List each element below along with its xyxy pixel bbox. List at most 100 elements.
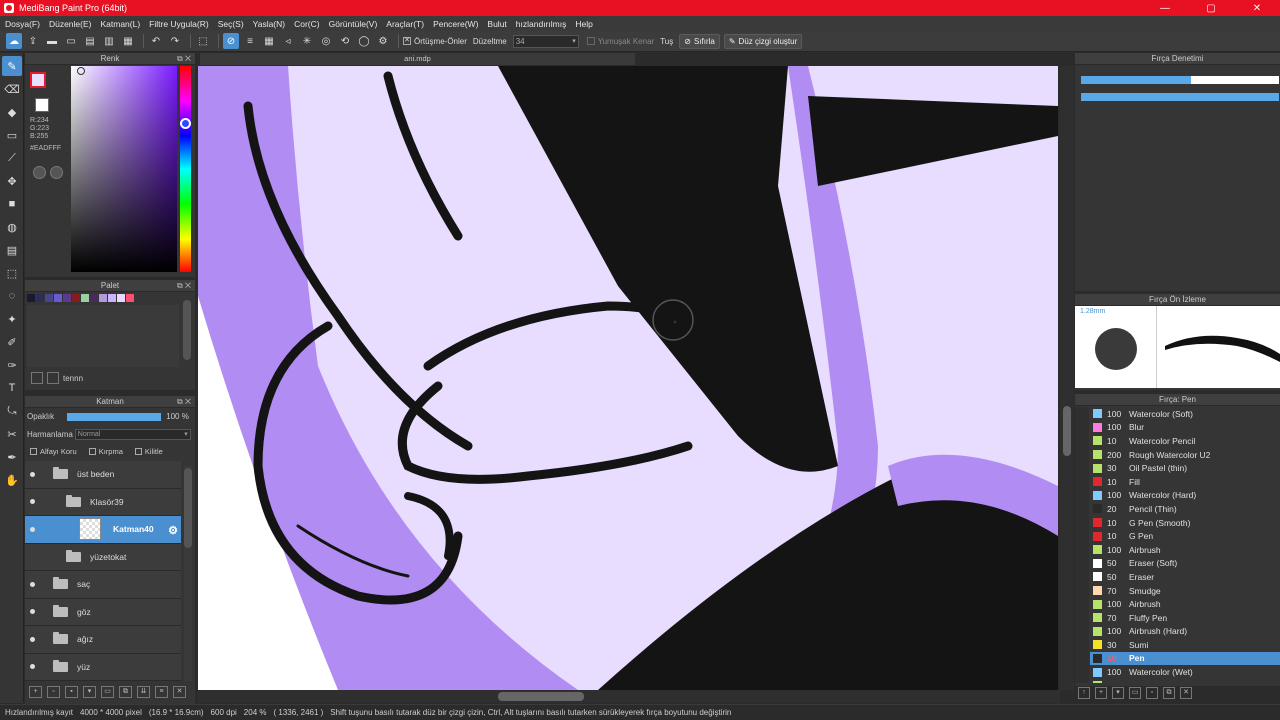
palette-swatch[interactable] bbox=[99, 294, 107, 302]
brush-settings-icon[interactable]: ▫ bbox=[1146, 687, 1158, 699]
undo-icon[interactable]: ↶ bbox=[148, 33, 164, 49]
color-wheel-icon[interactable] bbox=[33, 166, 46, 179]
reset-button[interactable]: ⊘ Sıfırla bbox=[679, 33, 720, 49]
snap-circle-icon[interactable]: ◎ bbox=[318, 33, 334, 49]
dot-eraser-tool-icon[interactable]: ◆ bbox=[2, 102, 22, 122]
visibility-eye-icon[interactable] bbox=[30, 526, 35, 532]
brush-item[interactable]: 10 G Pen (Smooth) bbox=[1090, 516, 1280, 530]
merge-down-icon[interactable]: ⇊ bbox=[137, 686, 150, 698]
new-brush-icon[interactable]: + bbox=[1095, 687, 1107, 699]
layer-row[interactable]: ağız bbox=[25, 626, 181, 654]
palette-swatch[interactable] bbox=[27, 294, 35, 302]
brush-item[interactable]: 50 Eraser bbox=[1090, 570, 1280, 584]
menu-snap[interactable]: Yasla(N) bbox=[253, 19, 285, 29]
panel-controls-icon[interactable]: ⧉ ✕ bbox=[177, 280, 191, 292]
clipping-checkbox[interactable]: Kırpma bbox=[88, 447, 123, 456]
layer-scrollbar[interactable] bbox=[184, 466, 192, 681]
upload-icon[interactable]: ⇪ bbox=[25, 33, 41, 49]
snap-curve-icon[interactable]: ⟲ bbox=[337, 33, 353, 49]
palette-swatch[interactable] bbox=[108, 294, 116, 302]
brush-item[interactable]: 30 Sumi bbox=[1090, 638, 1280, 652]
bucket-tool-icon[interactable]: ◍ bbox=[2, 217, 22, 237]
new-layer-8bit-icon[interactable]: ▫ bbox=[47, 686, 60, 698]
brush-item[interactable]: 10 G Pen bbox=[1090, 529, 1280, 543]
eyedropper-tool-icon[interactable]: ✒ bbox=[2, 447, 22, 467]
hue-slider[interactable] bbox=[180, 66, 191, 272]
line-tool-icon[interactable]: ⟋ bbox=[2, 148, 22, 168]
visibility-eye-icon[interactable] bbox=[30, 471, 35, 477]
brush-item[interactable]: 70 Smudge bbox=[1090, 584, 1280, 598]
menu-tools[interactable]: Araçlar(T) bbox=[386, 19, 424, 29]
new-folder-icon[interactable]: ▭ bbox=[101, 686, 114, 698]
drawing-canvas[interactable] bbox=[198, 66, 1058, 690]
palette-swatch[interactable] bbox=[81, 294, 89, 302]
menu-layer[interactable]: Katman(L) bbox=[100, 19, 140, 29]
layer-properties-icon[interactable]: ≡ bbox=[155, 686, 168, 698]
eraser-tool-icon[interactable]: ⌫ bbox=[2, 79, 22, 99]
menu-filter[interactable]: Filtre Uygula(R) bbox=[149, 19, 209, 29]
layer-row[interactable]: yüzetokat bbox=[25, 543, 181, 571]
brush-menu-icon[interactable]: ▾ bbox=[1112, 687, 1124, 699]
maximize-button[interactable]: ▢ bbox=[1188, 0, 1234, 16]
screen-icon[interactable]: ▭ bbox=[63, 33, 79, 49]
canvas-tab[interactable]: ani.mdp bbox=[200, 53, 635, 65]
magic-wand-tool-icon[interactable]: ✦ bbox=[2, 309, 22, 329]
palette-swatch[interactable] bbox=[36, 294, 44, 302]
brush-item[interactable]: 30 Oil Pastel (thin) bbox=[1090, 461, 1280, 475]
correction-select[interactable]: 34 bbox=[512, 34, 579, 48]
palette-swatch[interactable] bbox=[45, 294, 53, 302]
lasso-tool-icon[interactable]: ◌ bbox=[2, 286, 22, 306]
brush-item[interactable]: 100 Airbrush (Hard) bbox=[1090, 625, 1280, 639]
brush-item[interactable]: 100 Watercolor (Wet) bbox=[1090, 665, 1280, 679]
menu-window[interactable]: Pencere(W) bbox=[433, 19, 478, 29]
palette-swatch[interactable] bbox=[72, 294, 80, 302]
delete-layer-icon[interactable]: ✕ bbox=[173, 686, 186, 698]
brush-item[interactable]: 100 Airbrush bbox=[1090, 543, 1280, 557]
text-tool-icon[interactable]: T bbox=[2, 378, 22, 398]
cloud-icon[interactable]: ☁ bbox=[6, 33, 22, 49]
color-slider-icon[interactable] bbox=[50, 166, 63, 179]
straight-line-button[interactable]: ✎ Düz çizgi oluştur bbox=[723, 33, 803, 49]
brush-item[interactable]: 10 Watercolor Pencil bbox=[1090, 434, 1280, 448]
add-brush-icon[interactable]: ↑ bbox=[1078, 687, 1090, 699]
brush-item[interactable]: 70 Fluffy Pen bbox=[1090, 611, 1280, 625]
select-eraser-tool-icon[interactable]: ✑ bbox=[2, 355, 22, 375]
brush-item[interactable]: 200 Rough Watercolor U2 bbox=[1090, 448, 1280, 462]
brush-item[interactable]: 100 Airbrush bbox=[1090, 597, 1280, 611]
fill-shape-tool-icon[interactable]: ■ bbox=[2, 194, 22, 214]
move-tool-icon[interactable]: ✥ bbox=[2, 171, 22, 191]
overlay-checkbox[interactable]: ✕ Örtüşme-Önler bbox=[403, 37, 467, 46]
layer-row[interactable]: üst beden bbox=[25, 461, 181, 489]
new-layer-menu-icon[interactable]: ▾ bbox=[83, 686, 96, 698]
menu-view[interactable]: Görüntüle(V) bbox=[329, 19, 378, 29]
visibility-eye-icon[interactable] bbox=[30, 664, 35, 670]
visibility-eye-icon[interactable] bbox=[30, 499, 35, 505]
blend-mode-select[interactable]: Normal bbox=[74, 429, 191, 440]
palette-swatch[interactable] bbox=[90, 294, 98, 302]
background-color[interactable] bbox=[35, 98, 49, 112]
close-button[interactable]: ✕ bbox=[1234, 0, 1280, 16]
snap-crisscross-icon[interactable]: ▦ bbox=[261, 33, 277, 49]
menu-cloud[interactable]: Bulut bbox=[487, 19, 506, 29]
visibility-eye-icon[interactable] bbox=[30, 609, 35, 615]
snap-parallel-icon[interactable]: ≡ bbox=[242, 33, 258, 49]
minimize-button[interactable]: — bbox=[1142, 0, 1188, 16]
hue-knob[interactable] bbox=[180, 118, 191, 129]
snap-off-icon[interactable]: ⊘ bbox=[223, 33, 239, 49]
delete-brush-icon[interactable]: ✕ bbox=[1180, 687, 1192, 699]
saturation-value-picker[interactable] bbox=[71, 66, 177, 272]
operation-tool-icon[interactable]: ⤿ bbox=[2, 401, 22, 421]
snap-ellipse-icon[interactable]: ◯ bbox=[356, 33, 372, 49]
alpha-lock-checkbox[interactable]: Alfayı Koru bbox=[30, 447, 77, 456]
snap-vanishing-icon[interactable]: ◃ bbox=[280, 33, 296, 49]
brush-size-slider[interactable] bbox=[1081, 76, 1279, 84]
panel-controls-icon[interactable]: ⧉ ✕ bbox=[177, 53, 191, 65]
brush-list-scrollbar[interactable] bbox=[1075, 407, 1089, 683]
hand-tool-icon[interactable]: ✋ bbox=[2, 470, 22, 490]
select-tool-icon[interactable]: ⬚ bbox=[2, 263, 22, 283]
menu-file[interactable]: Dosya(F) bbox=[5, 19, 40, 29]
panel-controls-icon[interactable]: ⧉ ✕ bbox=[177, 396, 191, 408]
opacity-slider[interactable] bbox=[67, 412, 162, 421]
layer-row[interactable]: yüz bbox=[25, 653, 181, 681]
lock-checkbox[interactable]: Kilitle bbox=[134, 447, 163, 456]
